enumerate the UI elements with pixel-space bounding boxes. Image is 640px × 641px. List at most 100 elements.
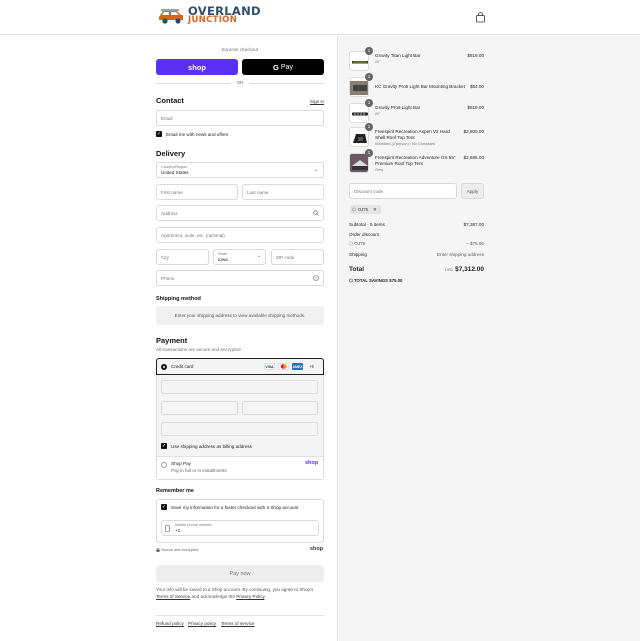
terms-of-service-link[interactable]: Terms of Service — [156, 594, 190, 599]
brand-line2: JUNCTION — [188, 15, 238, 25]
billing-checkbox[interactable]: ✓ — [161, 443, 167, 449]
phone-field[interactable]: Phone — [156, 270, 324, 286]
item-price: $819.00 — [467, 105, 484, 110]
search-icon — [313, 210, 319, 216]
google-pay-button[interactable]: G Pay — [242, 59, 324, 75]
shipping-method-heading: Shipping method — [156, 296, 201, 302]
mobile-phone-icon — [165, 525, 170, 532]
tag-icon: ⬡ — [349, 241, 354, 246]
remove-discount-icon[interactable]: ✕ — [373, 207, 377, 213]
amex-icon: AMEX — [292, 363, 303, 370]
shipping-value: Enter shipping address — [437, 252, 484, 257]
help-icon[interactable]: ? — [313, 275, 319, 281]
discount-code-label: OJ75 — [357, 207, 369, 212]
item-variant: 20" — [375, 59, 381, 64]
total-value-group: USD $7,312.00 — [445, 266, 484, 273]
mastercard-icon — [278, 363, 289, 370]
secure-label: Secure and encrypted — [161, 548, 199, 552]
total-savings-label: TOTAL SAVINGS — [353, 278, 389, 283]
shop-logo: shop — [310, 546, 324, 552]
country-value: United States — [161, 170, 189, 175]
truck-logo-icon — [159, 9, 183, 24]
visa-icon: VISA — [264, 363, 275, 370]
delivery-heading: Delivery — [156, 149, 186, 158]
total-value: $7,312.00 — [455, 266, 484, 273]
shop-pay-button[interactable]: shop — [156, 59, 238, 75]
privacy-policy-link[interactable]: Privacy Policy — [236, 594, 264, 599]
credit-card-radio[interactable] — [161, 364, 167, 370]
currency-label: USD — [444, 267, 454, 272]
city-field[interactable]: City — [156, 249, 209, 265]
item-name: Gravity Pro6 Light Bar — [375, 105, 421, 110]
email-field[interactable]: Email — [156, 110, 324, 126]
quantity-badge: 1 — [365, 149, 373, 157]
quantity-badge: 1 — [365, 73, 373, 81]
discount-code-name: OJ75 — [354, 241, 366, 246]
country-select[interactable]: Country/Region United States — [156, 162, 324, 178]
shop-pay-label: Shop Pay — [171, 461, 191, 466]
header: OVERLAND JUNCTION — [0, 0, 640, 35]
state-value: Iowa — [218, 257, 228, 262]
address-field[interactable]: Address — [156, 205, 324, 221]
total-label: Total — [349, 266, 365, 273]
name-on-card-field[interactable] — [161, 422, 318, 436]
google-g-icon: G — [273, 62, 279, 72]
terms-of-service-footer-link[interactable]: Terms of service — [221, 621, 254, 626]
pay-now-button[interactable]: Pay now — [156, 565, 324, 582]
mobile-phone-value: +1 — [175, 528, 181, 533]
quantity-badge: 1 — [365, 47, 373, 55]
first-name-field[interactable]: First name — [156, 184, 238, 200]
more-cards-badge: +5 — [309, 364, 314, 369]
item-price: $54.00 — [469, 84, 484, 89]
brand-logo[interactable]: OVERLAND JUNCTION — [157, 5, 261, 25]
last-name-field[interactable]: Last name — [242, 184, 324, 200]
remember-me-heading: Remember me — [156, 488, 194, 494]
item-variant: Grey — [375, 167, 384, 172]
subtotal-label: Subtotal · 5 items — [349, 222, 385, 227]
footer-divider — [156, 615, 324, 616]
total-savings-row: ⬡ TOTAL SAVINGS $75.00 — [349, 278, 484, 284]
tag-icon: ⬡ — [349, 278, 353, 283]
security-code-field[interactable] — [242, 401, 318, 415]
mobile-phone-field[interactable]: Mobile phone number +1 — [161, 520, 319, 536]
item-variant: 20" — [375, 111, 381, 116]
payment-heading: Payment — [156, 336, 188, 345]
subtotal-row: Subtotal · 5 items $7,387.00 — [349, 222, 484, 227]
apply-discount-button[interactable]: Apply — [461, 183, 484, 199]
sign-in-link[interactable]: Sign in — [310, 99, 324, 104]
lock-icon — [156, 548, 160, 552]
total-row: Total USD $7,312.00 — [349, 266, 484, 273]
shop-pay-radio[interactable] — [161, 462, 167, 468]
subtotal-value: $7,387.00 — [463, 222, 484, 227]
save-info-checkbox[interactable]: ✓ — [161, 504, 167, 510]
chevron-down-icon: ⌄ — [314, 167, 319, 173]
expiration-field[interactable] — [161, 401, 238, 415]
refund-policy-link[interactable]: Refund policy — [156, 621, 184, 626]
zip-field[interactable]: ZIP code — [271, 249, 324, 265]
news-checkbox[interactable]: ✓ — [156, 131, 162, 137]
discount-amount: – $75.00 — [466, 241, 484, 246]
item-name: Gravity Titan Light Bar — [375, 53, 421, 58]
apartment-field[interactable]: Apartment, suite, etc. (optional) — [156, 227, 324, 243]
item-name: Freespirit Recreation Aspen V2 Hard Shel… — [375, 129, 450, 140]
shipping-label: Shipping — [349, 252, 367, 257]
credit-card-label: Credit card — [171, 364, 194, 369]
item-variant: Standard (2 person) / No Crossbars — [375, 141, 436, 146]
discount-code-input[interactable]: Discount code — [349, 183, 457, 199]
shop-pay-sub: Pay in full or in installments — [171, 468, 227, 473]
privacy-policy-footer-link[interactable]: Privacy policy — [188, 621, 216, 626]
shipping-row: Shipping Enter shipping address — [349, 252, 484, 257]
tag-icon: ⬡ — [352, 206, 356, 212]
item-price: $2,800.00 — [463, 129, 484, 134]
shopping-bag-icon[interactable] — [475, 12, 486, 23]
cart-item: 1 Freespirit Recreation Adventure GS 55"… — [349, 149, 484, 173]
cart-item: 1 Gravity Pro6 Light Bar 20" $819.00 — [349, 99, 484, 123]
news-label: Email me with news and offers — [166, 132, 229, 137]
legal-sentence: Your info will be saved to a Shop accoun… — [156, 587, 314, 592]
legal-end: . — [264, 594, 266, 599]
billing-label: Use shipping address as billing address — [171, 444, 252, 449]
card-number-field[interactable] — [161, 380, 318, 394]
google-pay-label: Pay — [280, 63, 293, 71]
express-checkout-label: Express checkout — [221, 47, 259, 52]
chevron-down-icon: ⌄ — [257, 253, 262, 259]
